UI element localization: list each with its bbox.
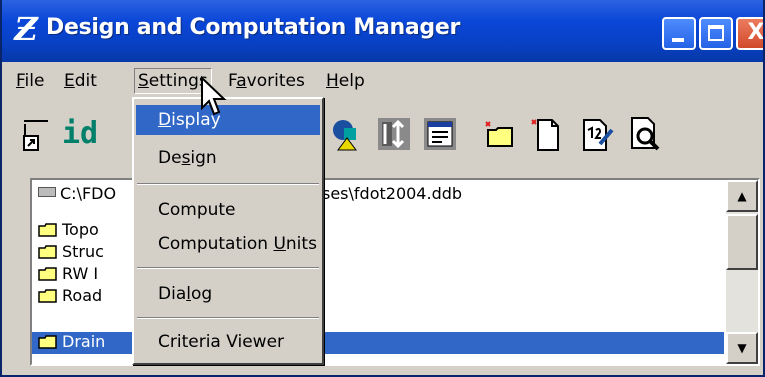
menu-favorites[interactable]: Favorites: [228, 71, 305, 91]
settings-menu-computation-units[interactable]: Computation Units: [136, 229, 320, 259]
close-button[interactable]: X: [736, 17, 765, 50]
menu-edit-rest: dit: [74, 71, 97, 91]
scroll-down-button[interactable]: ▼: [726, 332, 758, 364]
menu-favorites-rest: vorites: [246, 71, 305, 91]
toolbar: id: [2, 102, 763, 170]
folder-icon: [38, 335, 57, 349]
menu-settings-accel: S: [138, 71, 149, 91]
maximize-button[interactable]: [699, 17, 733, 50]
menu-separator: [137, 183, 319, 185]
print-preview-icon[interactable]: [628, 116, 664, 152]
open-database-icon[interactable]: [20, 112, 54, 156]
vertical-scrollbar[interactable]: ▲ ▼: [726, 180, 758, 364]
menu-item-text: ign: [190, 148, 217, 168]
scroll-up-button[interactable]: ▲: [726, 180, 758, 212]
shapes-icon[interactable]: [330, 116, 366, 152]
drive-icon: [38, 187, 56, 197]
tree-folder-struc[interactable]: Struc: [38, 242, 104, 264]
menu-item-accel: D: [158, 110, 172, 130]
menu-separator: [137, 267, 319, 269]
settings-menu-dialog[interactable]: Dialog: [136, 279, 320, 309]
tree-folder-rw[interactable]: RW I: [38, 264, 98, 286]
window-title: Design and Computation Manager: [46, 15, 461, 40]
close-icon: X: [747, 20, 765, 45]
menu-item-text: De: [158, 148, 182, 168]
menu-separator: [137, 317, 319, 319]
settings-menu-design[interactable]: Design: [136, 143, 320, 173]
scroll-thumb[interactable]: [726, 214, 758, 270]
arrow-up-icon: ▲: [737, 189, 747, 203]
move-items-icon[interactable]: [376, 116, 412, 152]
menu-file-rest: ile: [24, 71, 45, 91]
folder-label: Struc: [62, 242, 104, 261]
database-root-node[interactable]: C:\FDO: [38, 184, 116, 206]
menu-help-rest: elp: [338, 71, 365, 91]
menu-item-accel: U: [273, 234, 286, 254]
menu-item-text: Dia: [158, 284, 187, 304]
menu-settings-rest: ettings: [148, 71, 208, 91]
minimize-button[interactable]: [662, 17, 696, 50]
properties-icon[interactable]: [422, 116, 458, 152]
maximize-icon: [708, 25, 724, 41]
menu-favorites-accel: a: [236, 71, 247, 91]
settings-menu-compute[interactable]: Compute: [136, 195, 320, 225]
tree-folder-topo[interactable]: Topo: [38, 220, 99, 242]
folder-label: RW I: [62, 264, 99, 283]
folder-icon: [38, 267, 57, 281]
menu-edit-accel: E: [64, 71, 75, 91]
arrow-down-icon: ▼: [737, 341, 747, 355]
root-path-label: C:\FDO: [60, 184, 117, 203]
settings-menu-display[interactable]: Display: [136, 105, 320, 135]
mouse-cursor-icon: [201, 76, 227, 116]
menu-help[interactable]: Help: [326, 71, 365, 91]
folder-label: Drain: [62, 332, 106, 351]
id-button[interactable]: id: [62, 116, 98, 151]
app-icon: Ƶ: [14, 10, 38, 48]
folder-icon: [38, 245, 57, 259]
menu-file-accel: F: [16, 71, 25, 91]
dcm-window: Ƶ Design and Computation Manager X File …: [0, 0, 765, 377]
menu-edit[interactable]: Edit: [64, 71, 97, 91]
menu-file[interactable]: File: [16, 71, 44, 91]
new-document-icon[interactable]: [528, 116, 564, 152]
settings-menu-criteria-viewer[interactable]: Criteria Viewer: [136, 327, 320, 357]
settings-menu: Display Design Compute Computation Units…: [132, 97, 324, 365]
menu-item-text: nits: [285, 234, 317, 254]
menu-item-text: Compute: [158, 200, 236, 220]
rename-icon[interactable]: [580, 116, 616, 152]
minimize-icon: [672, 38, 684, 42]
menu-favorites-pre: F: [228, 71, 237, 91]
root-path-tail: ses\fdot2004.ddb: [322, 184, 463, 203]
folder-label: Topo: [62, 220, 99, 239]
folder-icon: [38, 289, 57, 303]
menu-item-text: Computation: [158, 234, 274, 254]
menu-bar: File Edit Settings Favorites Help: [2, 66, 763, 96]
tree-folder-road[interactable]: Road: [38, 286, 102, 308]
menu-item-text: og: [190, 284, 213, 304]
new-folder-icon[interactable]: [482, 116, 518, 152]
menu-item-text: Criteria Viewer: [158, 332, 285, 352]
folder-icon: [38, 223, 57, 237]
menu-help-accel: H: [326, 71, 339, 91]
title-bar[interactable]: Ƶ Design and Computation Manager X: [2, 0, 763, 62]
folder-label: Road: [62, 286, 103, 305]
